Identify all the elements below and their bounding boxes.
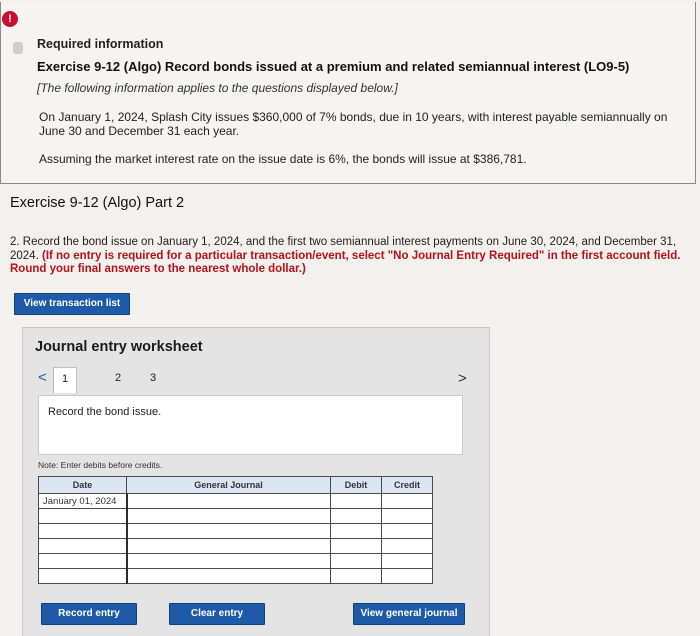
exercise-title: Exercise 9-12 (Algo) Record bonds issued… bbox=[37, 59, 630, 74]
question-text: 2. Record the bond issue on January 1, 2… bbox=[10, 236, 694, 277]
column-header-general-journal: General Journal bbox=[126, 476, 331, 494]
problem-paragraph-2: Assuming the market interest rate on the… bbox=[39, 152, 527, 166]
table-row: January 01, 2024 bbox=[38, 493, 433, 509]
debit-field[interactable] bbox=[330, 508, 382, 524]
required-info-title: Required information bbox=[37, 37, 164, 51]
account-field[interactable] bbox=[125, 568, 331, 584]
worksheet-title: Journal entry worksheet bbox=[35, 339, 203, 355]
worksheet-page-tab-3[interactable]: 3 bbox=[143, 367, 163, 393]
credit-field[interactable] bbox=[381, 538, 433, 554]
date-cell[interactable]: January 01, 2024 bbox=[38, 493, 127, 509]
credit-field[interactable] bbox=[381, 553, 433, 569]
column-header-credit: Credit bbox=[381, 476, 433, 494]
date-cell[interactable] bbox=[38, 508, 127, 524]
debit-field[interactable] bbox=[330, 568, 382, 584]
question-instruction: (If no entry is required for a particula… bbox=[10, 249, 681, 276]
date-cell[interactable] bbox=[38, 523, 127, 539]
transaction-description-panel: Record the bond issue. bbox=[38, 395, 463, 455]
worksheet-page-tab-2[interactable]: 2 bbox=[108, 367, 128, 393]
credit-field[interactable] bbox=[381, 523, 433, 539]
view-general-journal-button[interactable]: View general journal bbox=[353, 603, 465, 625]
problem-paragraph-1: On January 1, 2024, Splash City issues $… bbox=[39, 110, 668, 138]
credit-field[interactable] bbox=[381, 568, 433, 584]
required-info-panel: ! Required information Exercise 9-12 (Al… bbox=[0, 2, 696, 184]
debit-field[interactable] bbox=[330, 493, 382, 509]
table-row bbox=[38, 568, 433, 584]
account-field[interactable] bbox=[125, 493, 331, 509]
debit-field[interactable] bbox=[330, 553, 382, 569]
account-field[interactable] bbox=[125, 538, 331, 554]
table-row bbox=[38, 553, 433, 569]
worksheet-page-tab-1[interactable]: 1 bbox=[53, 367, 77, 393]
record-entry-button[interactable]: Record entry bbox=[41, 603, 137, 625]
account-field[interactable] bbox=[125, 523, 331, 539]
journal-table: Date General Journal Debit Credit Januar… bbox=[38, 476, 433, 584]
account-field[interactable] bbox=[125, 553, 331, 569]
date-cell[interactable] bbox=[38, 538, 127, 554]
debit-field[interactable] bbox=[330, 538, 382, 554]
applies-note: [The following information applies to th… bbox=[37, 81, 398, 95]
date-cell[interactable] bbox=[38, 553, 127, 569]
credit-field[interactable] bbox=[381, 508, 433, 524]
view-transaction-list-button[interactable]: View transaction list bbox=[14, 293, 130, 315]
table-row bbox=[38, 508, 433, 524]
account-field[interactable] bbox=[125, 508, 331, 524]
journal-entry-worksheet: Journal entry worksheet < 1 2 3 > Record… bbox=[22, 327, 490, 636]
table-row bbox=[38, 523, 433, 539]
date-cell[interactable] bbox=[38, 568, 127, 584]
chevron-left-icon[interactable]: < bbox=[38, 369, 47, 386]
debits-note: Note: Enter debits before credits. bbox=[38, 460, 163, 470]
debit-field[interactable] bbox=[330, 523, 382, 539]
column-header-debit: Debit bbox=[330, 476, 382, 494]
table-row bbox=[38, 538, 433, 554]
chevron-right-icon[interactable]: > bbox=[458, 370, 467, 387]
part-title: Exercise 9-12 (Algo) Part 2 bbox=[10, 195, 185, 211]
column-header-date: Date bbox=[38, 476, 127, 494]
alert-icon: ! bbox=[2, 11, 18, 27]
puzzle-icon bbox=[13, 42, 23, 54]
transaction-description: Record the bond issue. bbox=[48, 406, 162, 418]
credit-field[interactable] bbox=[381, 493, 433, 509]
clear-entry-button[interactable]: Clear entry bbox=[169, 603, 265, 625]
